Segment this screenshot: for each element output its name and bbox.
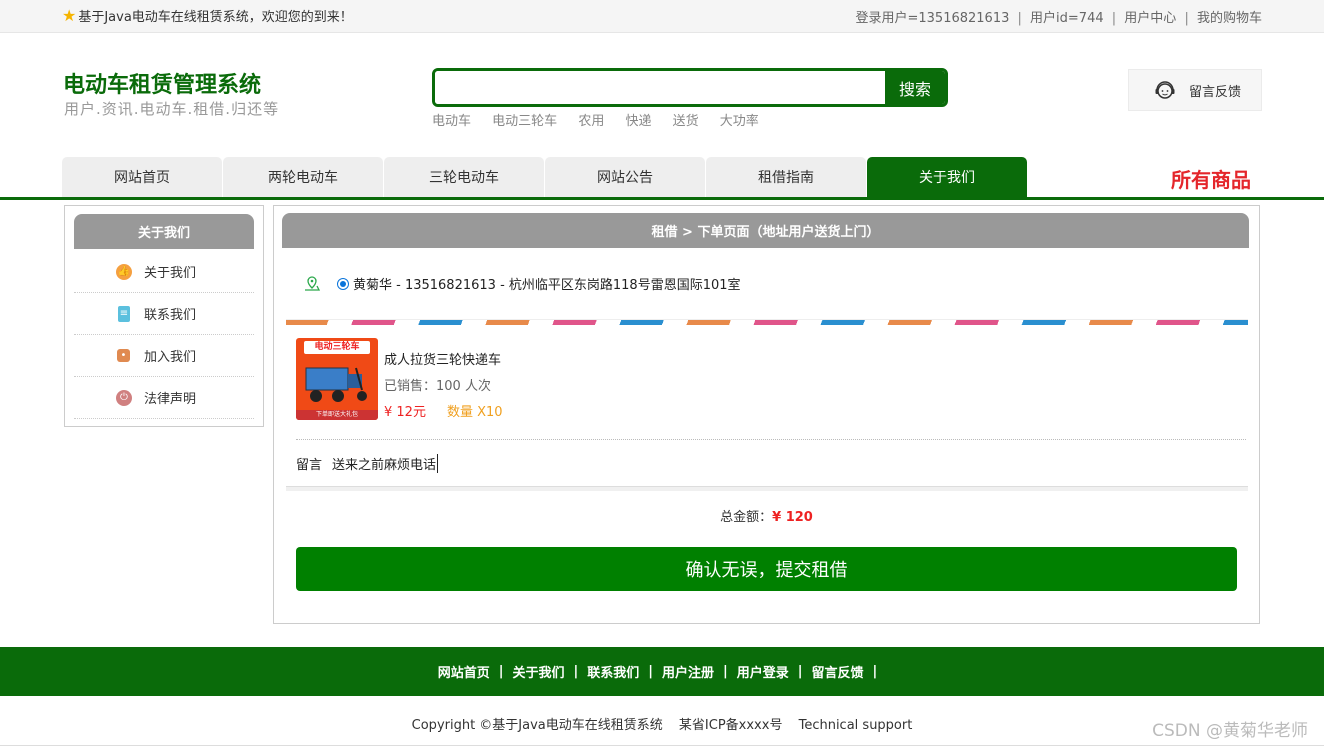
copyright-text: Copyright ©基于Java电动车在线租赁系统	[411, 718, 663, 733]
support-text: Technical support	[798, 718, 913, 733]
all-goods-link[interactable]: 所有商品	[1171, 164, 1251, 193]
tab-three-wheel[interactable]: 三轮电动车	[384, 157, 544, 197]
separator: |	[648, 664, 653, 679]
product-name[interactable]: 成人拉货三轮快递车	[384, 349, 501, 368]
hot-keyword[interactable]: 电动三轮车	[492, 114, 557, 129]
sidebar-item-label: 法律声明	[144, 392, 197, 407]
note-label: 留言	[296, 458, 323, 473]
feedback-label: 留言反馈	[1189, 84, 1242, 100]
copyright-line: Copyright ©基于Java电动车在线租赁系统 某省ICP备xxxx号 T…	[0, 714, 1324, 733]
main-nav: 网站首页 两轮电动车 三轮电动车 网站公告 租借指南 关于我们	[62, 157, 1028, 197]
footer-link[interactable]: 用户注册	[662, 662, 714, 681]
site-title[interactable]: 电动车租赁管理系统	[63, 67, 261, 99]
lock-icon: •	[117, 349, 130, 362]
icp-text: 某省ICP备xxxx号	[678, 718, 783, 733]
feedback-button[interactable]: 留言反馈	[1128, 69, 1262, 111]
star-icon: ★	[62, 6, 77, 25]
tab-home[interactable]: 网站首页	[62, 157, 222, 197]
headset-icon	[1155, 81, 1175, 99]
address-row[interactable]: 黄菊华 - 13516821613 - 杭州临平区东岗路118号雷恩国际101室	[303, 274, 741, 293]
sidebar-item-label: 关于我们	[144, 266, 197, 281]
note-row: 留言 送来之前麻烦电话	[296, 454, 439, 473]
user-center-link[interactable]: 用户中心	[1124, 11, 1176, 26]
search-input[interactable]	[435, 71, 885, 104]
footer-nav: 网站首页 | 关于我们 | 联系我们 | 用户注册 | 用户登录 | 留言反馈 |	[0, 647, 1324, 696]
thumbnail-caption: 下单即送大礼包	[296, 410, 378, 420]
nav-divider	[0, 197, 1324, 200]
address-radio[interactable]	[337, 277, 349, 290]
product-price: ¥ 12元	[384, 405, 426, 420]
separator: |	[1184, 11, 1189, 26]
sidebar: 关于我们 👍 关于我们 ≡ 联系我们 • 加入我们 ⏻ 法律声明	[64, 205, 264, 427]
separator: |	[1017, 11, 1022, 26]
footer-link[interactable]: 用户登录	[737, 662, 789, 681]
sidebar-item-join[interactable]: • 加入我们	[74, 335, 254, 377]
sidebar-item-about[interactable]: 👍 关于我们	[74, 251, 254, 293]
hot-keyword[interactable]: 送货	[673, 114, 699, 129]
search-box: 搜索	[432, 68, 948, 107]
top-bar: ★ 基于Java电动车在线租赁系统，欢迎您的到来！ 登录用户=135168216…	[0, 0, 1324, 33]
product-quantity: 数量 X10	[447, 405, 503, 420]
cart-link[interactable]: 我的购物车	[1197, 11, 1262, 26]
bottom-divider	[0, 745, 1324, 746]
tab-guide[interactable]: 租借指南	[706, 157, 866, 197]
hot-keywords: 电动车 电动三轮车 农用 快递 送货 大功率	[432, 110, 776, 129]
total-value: ¥ 120	[772, 510, 813, 525]
sidebar-title: 关于我们	[74, 214, 254, 249]
welcome-text: 基于Java电动车在线租赁系统，欢迎您的到来！	[78, 10, 353, 25]
sidebar-item-label: 加入我们	[144, 350, 197, 365]
submit-order-button[interactable]: 确认无误，提交租借	[296, 547, 1237, 591]
hot-keyword[interactable]: 快递	[625, 114, 651, 129]
note-divider	[286, 486, 1248, 491]
note-input[interactable]: 送来之前麻烦电话	[332, 454, 439, 473]
footer-link[interactable]: 留言反馈	[812, 662, 864, 681]
separator: |	[498, 664, 504, 679]
footer-link[interactable]: 联系我们	[587, 662, 639, 681]
separator: |	[723, 664, 728, 679]
total-label: 总金额：	[720, 510, 773, 525]
welcome-message: ★ 基于Java电动车在线租赁系统，欢迎您的到来！	[62, 6, 353, 25]
tab-about[interactable]: 关于我们	[867, 157, 1027, 197]
clipboard-icon: ≡	[118, 305, 130, 322]
tricycle-image	[305, 367, 367, 402]
separator: |	[573, 664, 579, 679]
power-icon: ⏻	[116, 389, 132, 406]
tab-announcement[interactable]: 网站公告	[545, 157, 705, 197]
login-user-link[interactable]: 登录用户=13516821613	[856, 11, 1010, 26]
site-subtitle: 用户.资讯.电动车.租借.归还等	[64, 100, 280, 118]
hot-keyword[interactable]: 大功率	[720, 114, 759, 129]
search-button[interactable]: 搜索	[885, 71, 945, 104]
separator: |	[1111, 11, 1117, 26]
separator: |	[872, 664, 878, 679]
envelope-stripe-divider	[286, 319, 1248, 325]
footer-link[interactable]: 关于我们	[512, 662, 564, 681]
user-links: 登录用户=13516821613 | 用户id=744 | 用户中心 | 我的购…	[856, 7, 1263, 26]
location-pin-icon	[305, 275, 321, 291]
address-text: 黄菊华 - 13516821613 - 杭州临平区东岗路118号雷恩国际101室	[353, 278, 741, 293]
order-header: 租借 > 下单页面（地址用户送货上门）	[282, 213, 1249, 248]
thumb-icon: 👍	[116, 263, 132, 280]
hot-keyword[interactable]: 电动车	[432, 114, 471, 129]
hot-keyword[interactable]: 农用	[578, 114, 604, 129]
sidebar-item-legal[interactable]: ⏻ 法律声明	[74, 377, 254, 419]
user-id-link[interactable]: 用户id=744	[1030, 11, 1104, 26]
total-amount: 总金额：¥ 120	[274, 506, 1259, 525]
watermark: CSDN @黄菊华老师	[1152, 721, 1308, 741]
separator: |	[797, 664, 803, 679]
sidebar-item-contact[interactable]: ≡ 联系我们	[74, 293, 254, 335]
product-thumbnail[interactable]: 电动三轮车 下单即送大礼包	[296, 338, 378, 420]
footer-link[interactable]: 网站首页	[438, 662, 490, 681]
tab-two-wheel[interactable]: 两轮电动车	[223, 157, 383, 197]
sidebar-item-label: 联系我们	[144, 308, 197, 323]
order-panel: 租借 > 下单页面（地址用户送货上门） 黄菊华 - 13516821613 - …	[273, 205, 1260, 624]
order-product: 电动三轮车 下单即送大礼包 成人拉货三轮快递车 已销售：100 人次 ¥ 12元…	[296, 338, 1246, 440]
product-sold-count: 已销售：100 人次	[384, 379, 491, 394]
